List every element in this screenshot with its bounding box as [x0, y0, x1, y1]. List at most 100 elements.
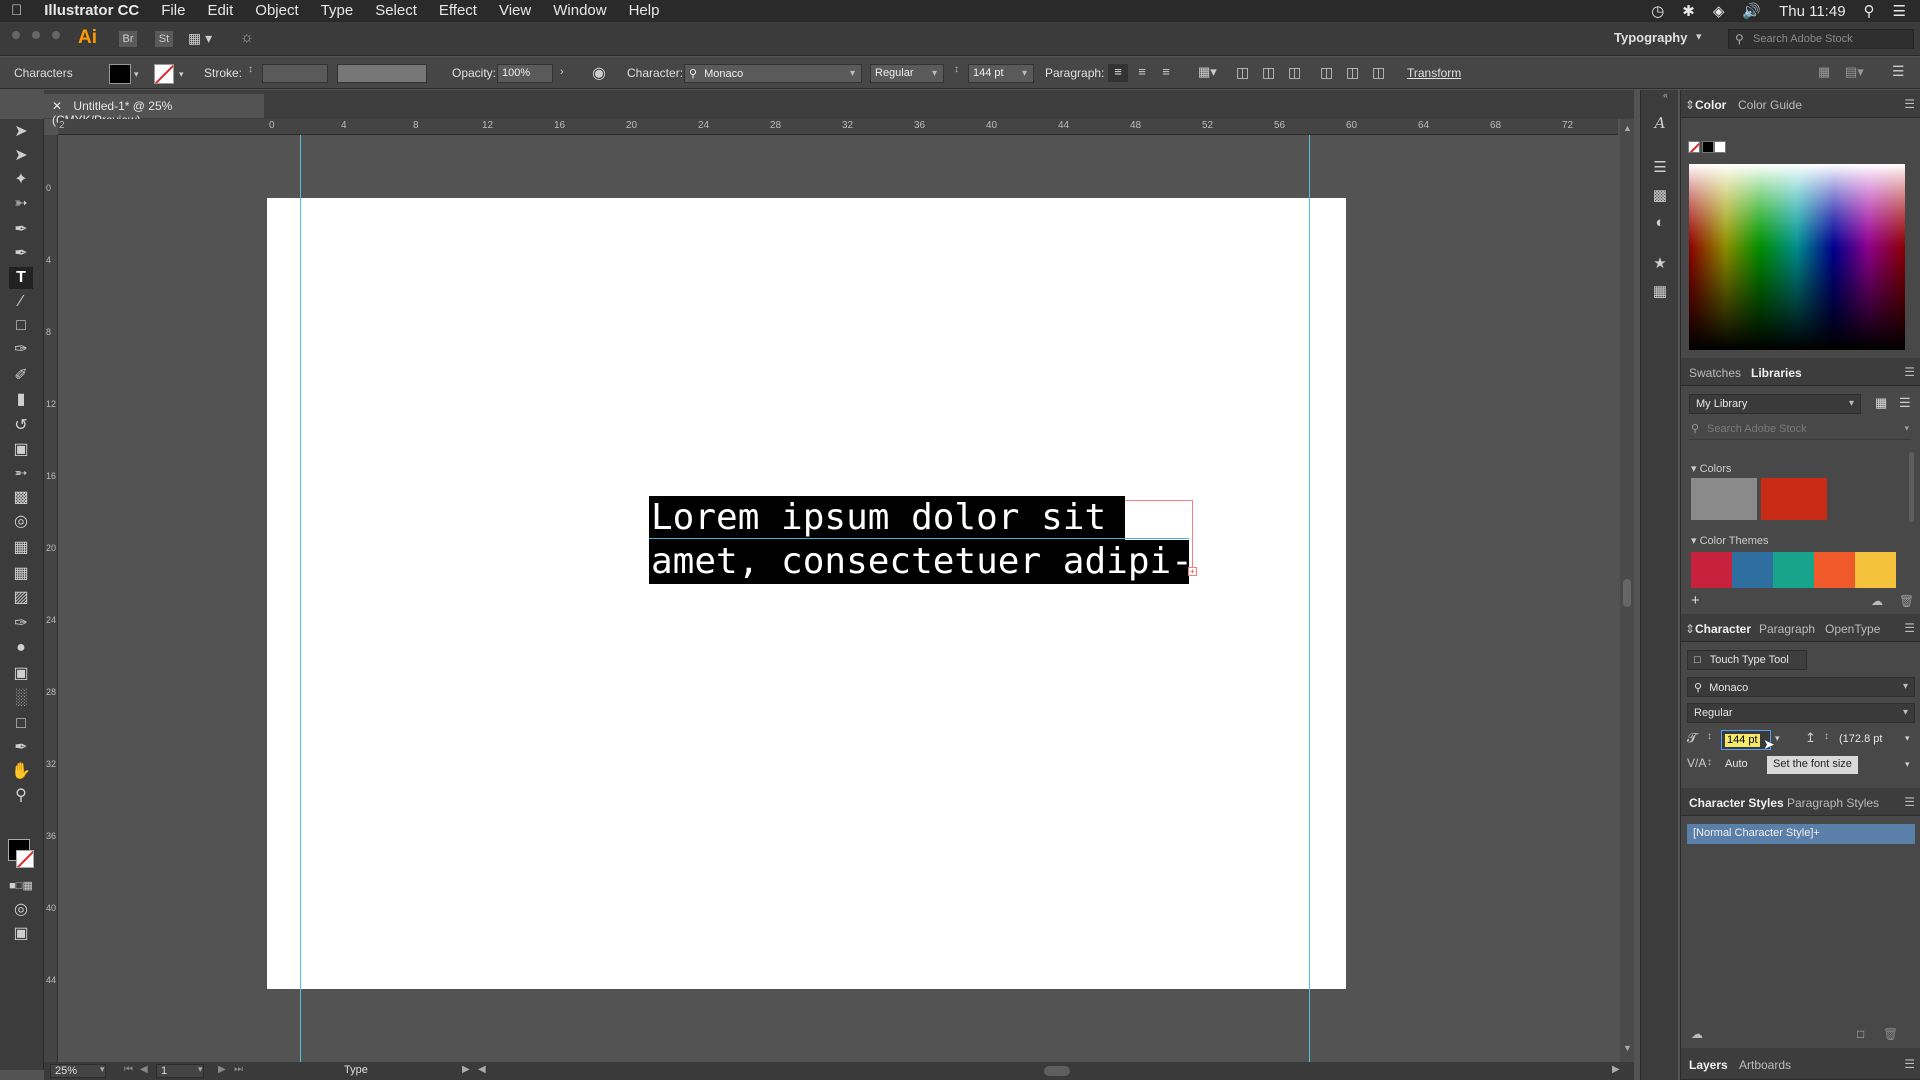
library-search[interactable]: ⚲ Search Adobe Stock ▾ [1689, 420, 1911, 440]
grid-view-icon[interactable]: ▦ [1875, 395, 1887, 411]
direct-selection-tool-icon[interactable]: ➤ [9, 145, 33, 167]
text-line-2[interactable]: amet, consectetuer adipi- [649, 540, 1193, 584]
transparency-panel-icon[interactable]: ◐ [1649, 214, 1671, 234]
paintbrush-tool-icon[interactable]: ✑ [9, 339, 33, 361]
transform-button[interactable]: Transform [1407, 66, 1461, 80]
isolate-icon[interactable]: ▦ [1818, 64, 1830, 80]
volume-icon[interactable]: 🔊 [1742, 2, 1761, 20]
list-view-icon[interactable]: ☰ [1899, 395, 1911, 411]
column-graph-tool-icon[interactable]: ░ [9, 687, 33, 709]
status-menu-arrow-icon[interactable]: ▶ [462, 1064, 470, 1075]
align-center-icon[interactable]: ≡ [1132, 64, 1152, 82]
horizontal-align-center-icon[interactable]: ◫ [1262, 64, 1275, 81]
styles-panel-menu-icon[interactable]: ☰ [1904, 795, 1915, 809]
next-artboard-icon[interactable]: ▶ [218, 1064, 226, 1075]
leading-chevron-icon[interactable]: ▾ [1905, 733, 1910, 744]
tab-paragraph[interactable]: Paragraph [1759, 622, 1815, 636]
font-family-field[interactable]: ⚲ Monaco ▾ [684, 64, 862, 83]
bridge-button[interactable]: Br [119, 31, 137, 47]
apple-icon[interactable]:  [0, 0, 33, 22]
screen-mode-icon[interactable]: ▣ [9, 923, 33, 945]
kerning-stepper[interactable]: ↕ [1707, 757, 1712, 768]
character-font-size-stepper[interactable]: ↕ [1707, 731, 1712, 742]
theme-color-swatch[interactable] [1773, 552, 1814, 588]
scroll-thumb[interactable] [1623, 579, 1631, 607]
tab-paragraph-styles[interactable]: Paragraph Styles [1787, 796, 1879, 810]
arrange-documents-icon[interactable]: ▦ ▾ [188, 30, 212, 47]
zoom-tool-icon[interactable]: ⚲ [9, 785, 33, 807]
libraries-scrollbar[interactable] [1909, 452, 1914, 522]
tab-character[interactable]: Character [1695, 622, 1751, 636]
font-size-stepper[interactable]: ↕ [954, 64, 959, 75]
tab-color-guide[interactable]: Color Guide [1738, 98, 1802, 112]
zoom-chevron-icon[interactable]: ▾ [100, 1064, 105, 1075]
color-black-swatch[interactable] [1702, 141, 1714, 153]
align-left-icon[interactable]: ≡ [1108, 64, 1128, 82]
menu-window[interactable]: Window [542, 0, 617, 22]
stock-search[interactable]: ⚲ Search Adobe Stock [1728, 29, 1914, 49]
appearance-panel-icon[interactable]: ★ [1649, 254, 1671, 274]
notification-center-icon[interactable]: ☰ [1893, 2, 1906, 20]
align-to-selection-icon[interactable]: ▦▾ [1198, 64, 1217, 80]
collapse-icon[interactable]: « [1663, 90, 1668, 100]
tab-artboards[interactable]: Artboards [1739, 1058, 1791, 1072]
fill-color-swatch[interactable] [109, 64, 131, 84]
font-size-chevron-icon[interactable]: ▾ [1775, 733, 1780, 744]
close-document-icon[interactable]: ✕ [52, 99, 62, 113]
clock[interactable]: Thu 11:49 [1779, 3, 1845, 20]
menu-edit[interactable]: Edit [196, 0, 244, 22]
menu-file[interactable]: File [150, 0, 196, 22]
gpu-performance-icon[interactable]: ☼ [240, 29, 254, 46]
shape-builder-tool-icon[interactable]: ◎ [9, 511, 33, 533]
cloud-sync-icon[interactable]: ☁ [1871, 594, 1883, 608]
text-overflow-port[interactable]: + [1188, 567, 1197, 576]
horizontal-align-left-icon[interactable]: ◫ [1236, 64, 1249, 81]
menu-help[interactable]: Help [618, 0, 671, 22]
library-selector[interactable]: My Library ▾ [1689, 394, 1861, 414]
rectangle-tool-icon[interactable]: □ [9, 315, 33, 337]
touch-type-tool-button[interactable]: □ Touch Type Tool [1687, 650, 1807, 670]
fill-chevron-icon[interactable]: ▾ [134, 69, 139, 80]
stroke-chevron-icon[interactable]: ▾ [179, 69, 184, 80]
menu-object[interactable]: Object [244, 0, 309, 22]
color-themes-section-header[interactable]: ▾ Color Themes [1691, 534, 1768, 547]
horizontal-align-right-icon[interactable]: ◫ [1288, 64, 1301, 81]
vertical-ruler[interactable]: 0 4 8 12 16 20 24 28 32 36 40 44 [44, 135, 58, 1070]
align-right-icon[interactable]: ≡ [1156, 64, 1176, 82]
type-tool-icon[interactable]: T [9, 267, 33, 289]
scroll-up-icon[interactable]: ▲ [1623, 123, 1632, 133]
theme-color-swatch[interactable] [1855, 552, 1896, 588]
layers-panel-menu-icon[interactable]: ☰ [1904, 1057, 1915, 1071]
vertical-guide-left[interactable] [300, 135, 301, 1062]
pen-tool-icon[interactable]: ✒ [9, 219, 33, 241]
app-menu[interactable]: Illustrator CC [33, 0, 150, 22]
artboard-tool-icon[interactable]: □ [9, 713, 33, 735]
artboard[interactable] [267, 198, 1346, 989]
blend-tool-icon[interactable]: ● [9, 637, 33, 659]
last-artboard-icon[interactable]: ⏭ [234, 1064, 243, 1075]
vertical-align-center-icon[interactable]: ◫ [1346, 64, 1359, 81]
gradient-panel-icon[interactable]: ▩ [1649, 186, 1671, 206]
bluetooth-icon[interactable]: ✱ [1682, 2, 1695, 20]
lasso-tool-icon[interactable]: ➳ [9, 193, 33, 215]
color-panel-menu-icon[interactable]: ☰ [1904, 97, 1915, 111]
color-theme-strip[interactable] [1691, 552, 1896, 588]
stroke-indicator[interactable] [16, 850, 34, 868]
artboard-chevron-icon[interactable]: ▾ [198, 1064, 203, 1075]
selection-tool-icon[interactable]: ➤ [9, 121, 33, 143]
opacity-arrow-icon[interactable]: › [560, 66, 564, 78]
tab-swatches[interactable]: Swatches [1689, 366, 1741, 380]
scroll-right-icon[interactable]: ▶ [1612, 1064, 1620, 1075]
menu-view[interactable]: View [488, 0, 542, 22]
tab-libraries[interactable]: Libraries [1751, 366, 1802, 380]
document-tab[interactable]: ✕ Untitled-1* @ 25% (CMYK/Preview) [44, 94, 264, 127]
color-none-swatch[interactable] [1688, 141, 1700, 153]
character-font-family-field[interactable]: ⚲ Monaco ▾ [1687, 677, 1915, 697]
previous-artboard-icon[interactable]: ◀ [140, 1064, 148, 1075]
stroke-stepper[interactable]: ↕ [248, 64, 253, 75]
artboard-number-field[interactable]: 1 [156, 1064, 204, 1078]
horizontal-ruler[interactable]: 2 0 4 8 12 16 20 24 28 32 36 40 44 48 52… [58, 119, 1618, 135]
leading-value[interactable]: (172.8 pt [1839, 733, 1882, 745]
colors-section-header[interactable]: ▾ Colors [1691, 462, 1731, 475]
text-line-1[interactable]: Lorem ipsum dolor sit [649, 496, 1125, 540]
